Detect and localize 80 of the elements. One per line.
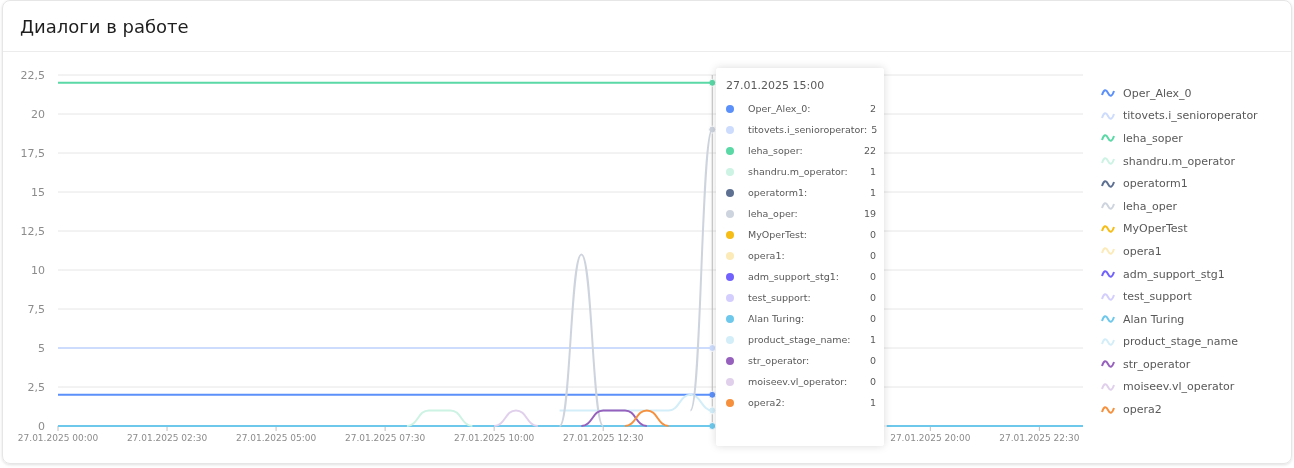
tooltip-value: 22 bbox=[863, 145, 876, 156]
tooltip-value: 0 bbox=[869, 355, 876, 366]
tooltip-label: opera1: bbox=[748, 250, 786, 261]
tooltip-value: 19 bbox=[863, 208, 876, 219]
tooltip-value: 0 bbox=[869, 271, 876, 282]
tooltip-title: 27.01.2025 15:00 bbox=[726, 79, 826, 92]
wave-icon bbox=[1101, 292, 1115, 301]
tooltip-value: 5 bbox=[871, 124, 878, 135]
tooltip-label: moiseev.vl_operator: bbox=[748, 376, 849, 387]
wave-icon bbox=[1101, 270, 1115, 278]
tooltip-value: 1 bbox=[869, 397, 876, 408]
y-axis-label: 17,5 bbox=[20, 147, 45, 160]
wave-icon bbox=[1101, 315, 1115, 324]
tooltip-label: str_operator: bbox=[748, 355, 811, 366]
legend-item[interactable]: operatorm1 bbox=[1123, 177, 1188, 191]
wave-icon bbox=[1101, 157, 1115, 166]
wave-icon bbox=[1101, 111, 1115, 120]
wave-icon bbox=[1101, 224, 1115, 233]
wave-icon bbox=[1101, 89, 1115, 98]
x-axis-label: 27.01.2025 22:30 bbox=[999, 433, 1080, 443]
legend-item[interactable]: shandru.m_operator bbox=[1123, 154, 1235, 168]
x-axis-label: 27.01.2025 05:00 bbox=[235, 433, 317, 443]
legend-item[interactable]: str_operator bbox=[1123, 357, 1191, 371]
tooltip-label: titovets.i_senioroperator: bbox=[748, 124, 868, 135]
wave-icon bbox=[1101, 247, 1115, 256]
wave-icon bbox=[1101, 179, 1115, 188]
tooltip-label: product_stage_name: bbox=[748, 334, 852, 345]
y-axis-label: 10 bbox=[31, 264, 45, 277]
tooltip-value: 0 bbox=[869, 376, 876, 387]
legend-item[interactable]: leha_oper bbox=[1123, 199, 1178, 213]
tooltip-label: leha_soper: bbox=[748, 145, 804, 156]
legend-item[interactable]: opera1 bbox=[1123, 244, 1162, 258]
x-axis-label: 27.01.2025 10:00 bbox=[454, 433, 535, 443]
x-axis-label: 27.01.2025 07:30 bbox=[344, 433, 426, 443]
tooltip-label: Oper_Alex_0: bbox=[748, 103, 812, 114]
tooltip-label: adm_support_stg1: bbox=[748, 271, 841, 282]
wave-icon bbox=[1101, 382, 1115, 391]
legend-item[interactable]: Oper_Alex_0 bbox=[1123, 86, 1192, 100]
wave-icon bbox=[1101, 337, 1115, 346]
legend-item[interactable]: Alan Turing bbox=[1123, 312, 1185, 326]
x-axis-label: 27.01.2025 00:00 bbox=[17, 433, 99, 443]
tooltip-value: 1 bbox=[869, 166, 876, 177]
y-axis-label: 22,5 bbox=[20, 69, 45, 82]
tooltip-label: leha_oper: bbox=[748, 208, 799, 219]
legend-item[interactable]: opera2 bbox=[1123, 403, 1162, 417]
legend-item[interactable]: adm_support_stg1 bbox=[1123, 267, 1225, 281]
x-axis-label: 27.01.2025 02:30 bbox=[126, 433, 208, 443]
legend-item[interactable]: product_stage_name bbox=[1123, 335, 1239, 349]
tooltip-label: opera2: bbox=[748, 397, 786, 408]
tooltip-label: MyOperTest: bbox=[748, 229, 808, 240]
card-title: Диалоги в работе bbox=[20, 15, 189, 37]
legend-item[interactable]: leha_soper bbox=[1123, 131, 1183, 145]
y-axis-label: 15 bbox=[31, 186, 45, 199]
tooltip-label: test_support: bbox=[748, 292, 812, 303]
tooltip-value: 0 bbox=[869, 229, 876, 240]
y-axis-label: 7,5 bbox=[27, 303, 45, 316]
tooltip-value: 0 bbox=[869, 250, 876, 261]
wave-icon bbox=[1101, 360, 1115, 369]
wave-icon bbox=[1101, 202, 1115, 211]
legend-item[interactable]: MyOperTest bbox=[1123, 222, 1188, 236]
wave-icon bbox=[1101, 134, 1115, 143]
x-axis-label: 27.01.2025 20:00 bbox=[890, 433, 971, 443]
tooltip-label: Alan Turing: bbox=[748, 313, 806, 324]
tooltip-value: 2 bbox=[869, 103, 876, 114]
wave-icon bbox=[1101, 405, 1115, 414]
tooltip-value: 0 bbox=[869, 292, 876, 303]
y-axis-label: 12,5 bbox=[20, 225, 45, 238]
y-axis-label: 2,5 bbox=[27, 381, 45, 394]
tooltip-value: 0 bbox=[869, 313, 876, 324]
y-axis-label: 20 bbox=[31, 108, 45, 121]
y-axis-label: 5 bbox=[38, 342, 45, 355]
y-axis-label: 0 bbox=[38, 420, 45, 433]
legend-item[interactable]: moiseev.vl_operator bbox=[1123, 380, 1235, 394]
tooltip-value: 1 bbox=[869, 187, 876, 198]
tooltip-label: shandru.m_operator: bbox=[748, 166, 849, 177]
x-axis-label: 27.01.2025 12:30 bbox=[563, 433, 644, 443]
tooltip-label: operatorm1: bbox=[748, 187, 809, 198]
legend-item[interactable]: test_support bbox=[1123, 290, 1192, 304]
tooltip-value: 1 bbox=[869, 334, 876, 345]
legend-item[interactable]: titovets.i_senioroperator bbox=[1123, 109, 1258, 123]
